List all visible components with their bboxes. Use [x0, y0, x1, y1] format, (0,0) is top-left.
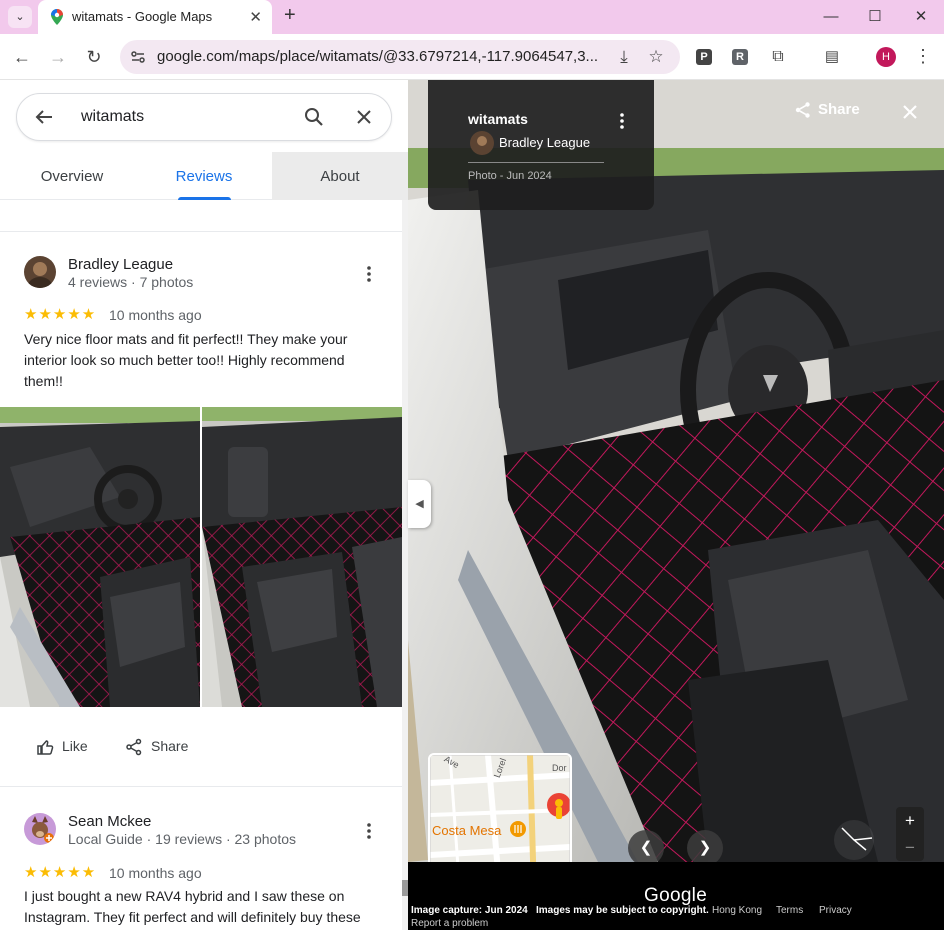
clear-search-icon[interactable]: [353, 106, 375, 128]
browser-tab[interactable]: witamats - Google Maps ✕: [38, 0, 272, 34]
region-link[interactable]: Hong Kong: [712, 905, 762, 916]
search-box[interactable]: witamats: [16, 93, 392, 141]
reviewer-avatar[interactable]: [24, 813, 56, 845]
search-input[interactable]: witamats: [81, 108, 144, 126]
photo-info-card: witamats Bradley League Photo - Jun 2024: [428, 80, 654, 210]
previous-photo-button[interactable]: ❮: [628, 830, 664, 866]
maximize-button[interactable]: ☐: [860, 5, 890, 29]
zoom-control: + −: [896, 807, 924, 861]
site-info-icon[interactable]: [129, 48, 147, 66]
review-time: 10 months ago: [109, 865, 202, 881]
tab-reviews[interactable]: Reviews: [136, 152, 272, 200]
tab-close-icon[interactable]: ✕: [249, 8, 262, 26]
profile-avatar[interactable]: H: [876, 47, 896, 67]
review-text: I just bought a new RAV4 hybrid and I sa…: [24, 888, 361, 925]
share-label: Share: [151, 738, 189, 754]
extension-p-icon[interactable]: P: [696, 47, 716, 67]
place-panel: witamats Overview Reviews About Bradley: [0, 80, 408, 930]
review-photo[interactable]: [202, 407, 402, 707]
reviewer-meta: Local Guide · 19 reviews · 23 photos: [68, 831, 297, 847]
url-text: google.com/maps/place/witamats/@33.67972…: [157, 48, 599, 65]
more-options-icon[interactable]: [357, 262, 381, 286]
tab-strip: ⌄ witamats - Google Maps ✕ + — ☐ ✕: [0, 0, 944, 34]
report-problem-link[interactable]: Report a problem: [411, 918, 488, 929]
photo-date: Photo - Jun 2024: [468, 170, 552, 182]
install-app-icon[interactable]: ⤓: [614, 47, 634, 67]
search-icon[interactable]: [303, 106, 325, 128]
tab-overview[interactable]: Overview: [0, 152, 144, 200]
address-bar[interactable]: google.com/maps/place/witamats/@33.67972…: [120, 40, 680, 74]
photo-share-label: Share: [818, 101, 860, 118]
back-arrow-icon[interactable]: [33, 106, 55, 128]
image-capture-date: Image capture: Jun 2024: [411, 905, 528, 916]
reviewer-avatar[interactable]: [24, 256, 56, 288]
forward-arrow-icon[interactable]: →: [46, 45, 70, 69]
tab-search-button[interactable]: ⌄: [8, 6, 32, 28]
maps-pin-icon: [51, 9, 63, 25]
divider: [0, 231, 402, 232]
share-icon: [795, 102, 810, 118]
browser-menu-icon[interactable]: ⋮: [914, 46, 932, 67]
like-button[interactable]: Like: [36, 734, 88, 758]
zoom-in-button[interactable]: +: [896, 807, 924, 834]
compass-icon[interactable]: [832, 818, 876, 862]
star-rating: ★★★★★: [24, 864, 97, 881]
close-viewer-icon[interactable]: [900, 102, 920, 122]
extension-r-icon[interactable]: R: [732, 47, 752, 67]
share-button[interactable]: Share: [125, 734, 188, 758]
collapse-panel-button[interactable]: ◀: [408, 480, 431, 528]
privacy-link[interactable]: Privacy: [819, 905, 852, 916]
place-tabs: Overview Reviews About: [0, 152, 408, 200]
extensions-puzzle-icon[interactable]: ⧉: [768, 47, 788, 67]
browser-toolbar: ← → ↻ google.com/maps/place/witamats/@33…: [0, 34, 944, 80]
new-tab-button[interactable]: +: [284, 4, 296, 27]
review-photo[interactable]: [0, 407, 200, 707]
active-tab-indicator: [178, 197, 231, 200]
tab-title: witamats - Google Maps: [72, 9, 213, 24]
photo-more-options-icon[interactable]: [612, 111, 632, 131]
share-icon: [126, 739, 142, 756]
zoom-out-button[interactable]: −: [896, 834, 924, 861]
review-time: 10 months ago: [109, 307, 202, 323]
reviewer-name[interactable]: Bradley League: [68, 256, 173, 273]
copyright-notice: Images may be subject to copyright.: [536, 905, 709, 916]
like-label: Like: [62, 738, 88, 754]
divider: [0, 786, 402, 787]
street-label: Dor: [552, 763, 567, 773]
reviewer-name[interactable]: Sean Mckee: [68, 813, 151, 830]
divider: [468, 162, 604, 163]
reviewer-meta: 4 reviews · 7 photos: [68, 274, 194, 290]
next-photo-button[interactable]: ❯: [687, 830, 723, 866]
terms-link[interactable]: Terms: [776, 905, 803, 916]
photo-place-title[interactable]: witamats: [468, 111, 528, 127]
window-close-button[interactable]: ✕: [906, 5, 936, 29]
map-place-label: Costa Mesa: [432, 823, 502, 838]
thumbs-up-icon: [37, 740, 54, 756]
tab-about[interactable]: About: [272, 152, 408, 200]
reading-list-icon[interactable]: ▤: [822, 47, 842, 67]
back-arrow-icon[interactable]: ←: [10, 45, 34, 69]
review-text: Very nice floor mats and fit perfect!! T…: [24, 331, 348, 389]
photo-share-button[interactable]: Share: [794, 101, 860, 123]
bookmark-star-icon[interactable]: ☆: [646, 47, 666, 67]
reload-icon[interactable]: ↻: [82, 45, 106, 69]
more-options-icon[interactable]: [357, 819, 381, 843]
star-rating: ★★★★★: [24, 306, 97, 323]
photo-author-name[interactable]: Bradley League: [499, 135, 590, 150]
photo-author-avatar[interactable]: [470, 131, 494, 155]
google-logo: Google: [644, 885, 708, 906]
minimize-button[interactable]: —: [816, 5, 846, 29]
